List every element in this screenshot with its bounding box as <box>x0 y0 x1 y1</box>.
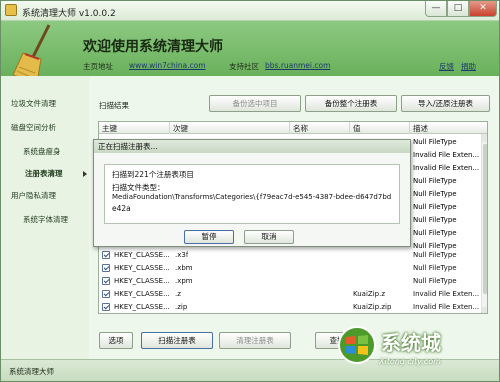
options-button[interactable]: 选项 <box>99 332 133 349</box>
table-cell-desc: Null FileType <box>413 216 457 224</box>
table-header: 主键 次键 名称 值 描述 <box>99 122 487 134</box>
sidebar-item-registry-clean[interactable]: 注册表清理 <box>1 164 89 184</box>
scroll-up-icon[interactable] <box>482 134 487 142</box>
watermark-brand: 系统城 <box>381 331 441 355</box>
backup-all-button[interactable]: 备份整个注册表 <box>305 95 397 112</box>
sidebar-item-label: 系统字体清理 <box>23 215 68 224</box>
table-cell-subkey: .z <box>175 290 181 298</box>
watermark-url: Xitong city.com <box>379 357 441 366</box>
table-cell-key: HKEY_CLASSE... <box>114 303 170 311</box>
table-scrollbar[interactable] <box>481 134 487 313</box>
table-cell-desc: Invalid File Exten... <box>413 303 480 311</box>
active-arrow-icon <box>83 171 87 177</box>
table-row[interactable]: HKEY_CLASSE... .zip KuaiZip.zip Invalid … <box>99 301 481 313</box>
table-cell-desc: Null FileType <box>413 264 457 272</box>
sidebar-item-label: 用户隐私清理 <box>11 191 56 200</box>
table-cell-key: HKEY_CLASSE... <box>114 290 170 298</box>
scan-path-text-cont: e42a <box>112 204 131 213</box>
table-cell-key: HKEY_CLASSE... <box>114 251 170 259</box>
scroll-down-icon[interactable] <box>482 307 487 313</box>
row-checkbox[interactable] <box>102 264 110 272</box>
table-cell-key: HKEY_CLASSE... <box>114 264 170 272</box>
scan-registry-button[interactable]: 扫描注册表 <box>141 332 213 349</box>
table-row[interactable]: HKEY_CLASSE... .xpm Null FileType <box>99 275 481 288</box>
window-title: 系统清理大师 v1.0.0.2 <box>22 9 116 19</box>
table-row[interactable]: HKEY_CLASSE... .z KuaiZip.z Invalid File… <box>99 288 481 301</box>
main-panel: 扫描结果 备份选中项目 备份整个注册表 导入/还原注册表 主键 次键 名称 值 … <box>89 76 499 359</box>
table-cell-desc: Null FileType <box>413 138 457 146</box>
close-button[interactable]: ✕ <box>469 1 497 17</box>
sidebar-item-label: 磁盘空间分析 <box>11 123 56 132</box>
table-row[interactable]: HKEY_CLASSE... .x3f Null FileType <box>99 249 481 262</box>
scan-count-text: 扫描到221个注册表项目 <box>112 170 194 179</box>
sidebar-item-junk-files[interactable]: 垃圾文件清理 <box>1 94 89 114</box>
column-header[interactable]: 主键 <box>102 123 117 134</box>
table-cell-desc: Null FileType <box>413 251 457 259</box>
status-text: 系统清理大师 <box>9 367 54 376</box>
sidebar-item-disk-analysis[interactable]: 磁盘空间分析 <box>1 118 89 138</box>
backup-selected-button[interactable]: 备份选中项目 <box>209 95 301 112</box>
table-cell-desc: Null FileType <box>413 190 457 198</box>
row-checkbox[interactable] <box>102 303 110 311</box>
import-restore-button[interactable]: 导入/还原注册表 <box>401 95 490 112</box>
table-cell-desc: Null FileType <box>413 277 457 285</box>
sidebar-item-system-slim[interactable]: 系统盘瘦身 <box>1 142 89 162</box>
row-checkbox[interactable] <box>102 277 110 285</box>
homepage-label: 主页地址 <box>83 62 113 71</box>
clean-registry-button[interactable]: 清理注册表 <box>219 332 291 349</box>
scan-result-label: 扫描结果 <box>99 101 129 110</box>
pause-button[interactable]: 暂停 <box>184 230 234 244</box>
table-row[interactable]: HKEY_CLASSE... .xbm Null FileType <box>99 262 481 275</box>
sidebar-item-privacy[interactable]: 用户隐私清理 <box>1 186 89 206</box>
feedback-link[interactable]: 反馈 <box>439 61 454 72</box>
table-cell-subkey: .xpm <box>175 277 193 285</box>
table-cell-desc: Invalid File Exten... <box>413 164 480 172</box>
table-cell-desc: Invalid File Exten... <box>413 290 480 298</box>
scan-type-label: 扫描文件类型： <box>112 183 165 192</box>
app-icon <box>5 4 17 16</box>
app-header: 欢迎使用系统清理大师 主页地址 www.win7china.com 支持社区 b… <box>1 21 499 84</box>
table-cell-value: KuaiZip.zip <box>353 303 392 311</box>
column-header[interactable]: 描述 <box>413 123 428 134</box>
donate-link[interactable]: 捐助 <box>461 61 476 72</box>
support-label: 支持社区 <box>229 62 259 71</box>
table-cell-desc: Invalid File Exten... <box>413 151 480 159</box>
dialog-body: 扫描到221个注册表项目 扫描文件类型： MediaFoundation\Tra… <box>104 164 400 224</box>
sidebar-item-label: 注册表清理 <box>25 169 63 178</box>
scan-progress-dialog: 正在扫描注册表... 扫描到221个注册表项目 扫描文件类型： MediaFou… <box>93 139 411 247</box>
homepage-link[interactable]: www.win7china.com <box>129 61 206 70</box>
table-cell-subkey: .xbm <box>175 264 193 272</box>
cancel-button[interactable]: 取消 <box>244 230 294 244</box>
scan-path-text: MediaFoundation\Transforms\Categories\{f… <box>112 193 392 201</box>
row-checkbox[interactable] <box>102 290 110 298</box>
sidebar: 垃圾文件清理 磁盘空间分析 系统盘瘦身 注册表清理 用户隐私清理 系统字体清理 <box>1 76 89 359</box>
dialog-title: 正在扫描注册表... <box>94 140 410 153</box>
support-link[interactable]: bbs.ruanmei.com <box>265 61 330 70</box>
column-header[interactable]: 值 <box>353 123 361 134</box>
column-header[interactable]: 名称 <box>293 123 308 134</box>
table-cell-desc: Null FileType <box>413 229 457 237</box>
sidebar-item-label: 垃圾文件清理 <box>11 99 56 108</box>
table-cell-value: KuaiZip.z <box>353 290 385 298</box>
row-checkbox[interactable] <box>102 251 110 259</box>
column-header[interactable]: 次键 <box>173 123 188 134</box>
maximize-button[interactable]: □ <box>447 1 469 17</box>
minimize-button[interactable]: — <box>425 1 447 17</box>
table-cell-desc: Null FileType <box>413 177 457 185</box>
table-cell-desc: Null FileType <box>413 203 457 211</box>
scroll-thumb[interactable] <box>483 144 487 294</box>
app-window: 系统清理大师 v1.0.0.2 — □ ✕ 欢迎使用系统清理大师 主页地址 ww… <box>0 0 500 382</box>
table-cell-subkey: .zip <box>175 303 188 311</box>
sidebar-item-label: 系统盘瘦身 <box>23 147 61 156</box>
table-cell-subkey: .x3f <box>175 251 189 259</box>
welcome-heading: 欢迎使用系统清理大师 <box>83 39 223 55</box>
sidebar-item-fonts[interactable]: 系统字体清理 <box>1 210 89 230</box>
title-bar: 系统清理大师 v1.0.0.2 — □ ✕ <box>1 1 499 21</box>
table-cell-key: HKEY_CLASSE... <box>114 277 170 285</box>
windows-logo-icon <box>338 326 376 364</box>
